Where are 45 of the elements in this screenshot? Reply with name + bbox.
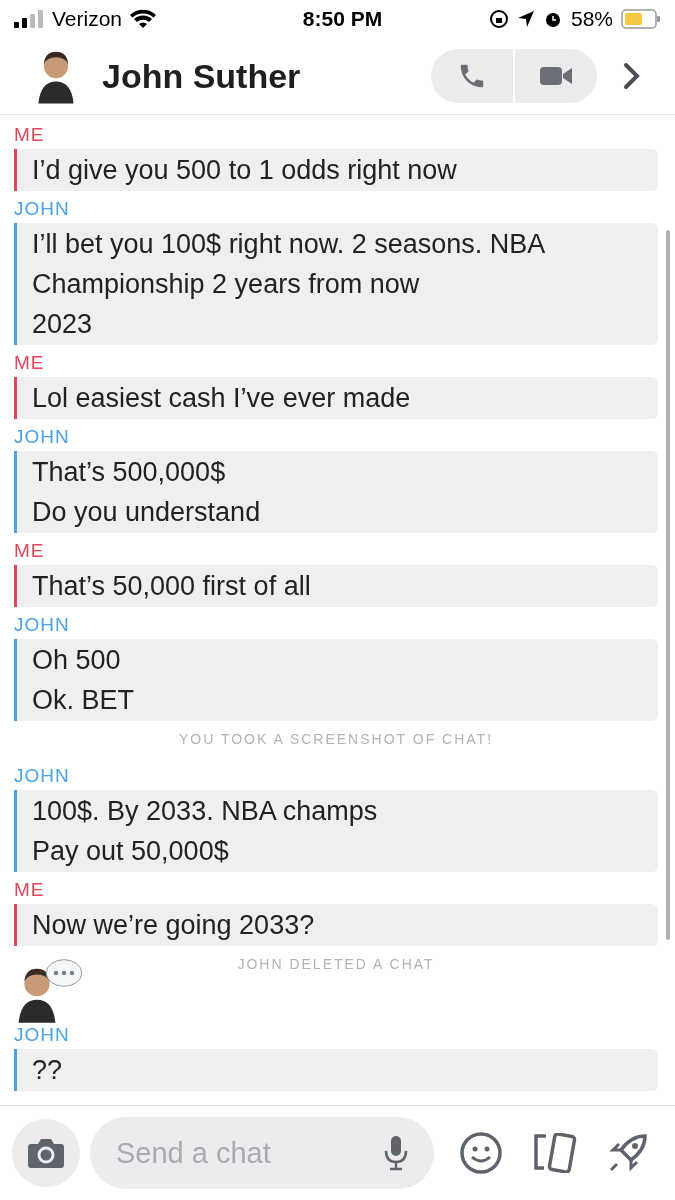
thought-bubble-icon — [44, 957, 84, 989]
sender-name: JOHN — [14, 613, 70, 637]
message-text: That’s 500,000$ — [32, 456, 226, 489]
message-text: Pay out 50,000$ — [32, 835, 229, 868]
sender-name: JOHN — [14, 764, 70, 788]
sender-name: ME — [14, 123, 45, 147]
video-camera-icon — [539, 64, 573, 88]
message-text: That’s 50,000 first of all — [32, 570, 311, 603]
rocket-icon[interactable] — [606, 1132, 649, 1174]
status-time: 8:50 PM — [302, 6, 383, 33]
carrier-name: Verizon — [52, 6, 123, 33]
chat-input-field[interactable]: Send a chat — [90, 1117, 434, 1189]
message-text: Championship 2 years from now — [32, 268, 420, 301]
smiley-icon[interactable] — [458, 1131, 503, 1175]
call-button[interactable] — [431, 49, 513, 103]
sender-name: JOHN — [14, 425, 70, 449]
battery-icon — [621, 9, 661, 29]
sender-name: ME — [14, 878, 45, 902]
microphone-icon[interactable] — [384, 1135, 408, 1171]
message-text: Now we’re going 2033? — [32, 909, 315, 942]
battery-percent: 58% — [570, 6, 613, 33]
chevron-right-icon[interactable] — [623, 62, 641, 90]
chat-notice: JOHN DELETED A CHAT — [237, 955, 435, 974]
contact-name: John Suther — [102, 55, 301, 97]
location-icon — [516, 10, 535, 28]
wifi-icon — [130, 9, 157, 29]
message-text: 100$. By 2033. NBA champs — [32, 795, 378, 828]
signal-icon — [14, 9, 44, 29]
message-text: ?? — [32, 1054, 63, 1087]
video-call-button[interactable] — [515, 49, 597, 103]
message-text: I’ll bet you 100$ right now. 2 seasons. NBA — [32, 228, 546, 261]
sender-name: JOHN — [14, 197, 70, 221]
camera-icon — [27, 1137, 65, 1169]
message-text: Do you understand — [32, 496, 261, 529]
rotation-lock-icon — [488, 9, 509, 29]
message-text: I’d give you 500 to 1 odds right now — [32, 154, 457, 187]
cards-icon[interactable] — [531, 1133, 578, 1173]
message-text: Lol easiest cash I’ve ever made — [32, 382, 411, 415]
sender-name: JOHN — [14, 1023, 70, 1047]
sender-name: ME — [14, 351, 45, 375]
chat-notice: YOU TOOK A SCREENSHOT OF CHAT! — [178, 730, 494, 749]
sender-name: ME — [14, 539, 45, 563]
message-text: 2023 — [32, 308, 93, 341]
message-text: Ok. BET — [32, 684, 134, 717]
message-text: Oh 500 — [32, 644, 121, 677]
